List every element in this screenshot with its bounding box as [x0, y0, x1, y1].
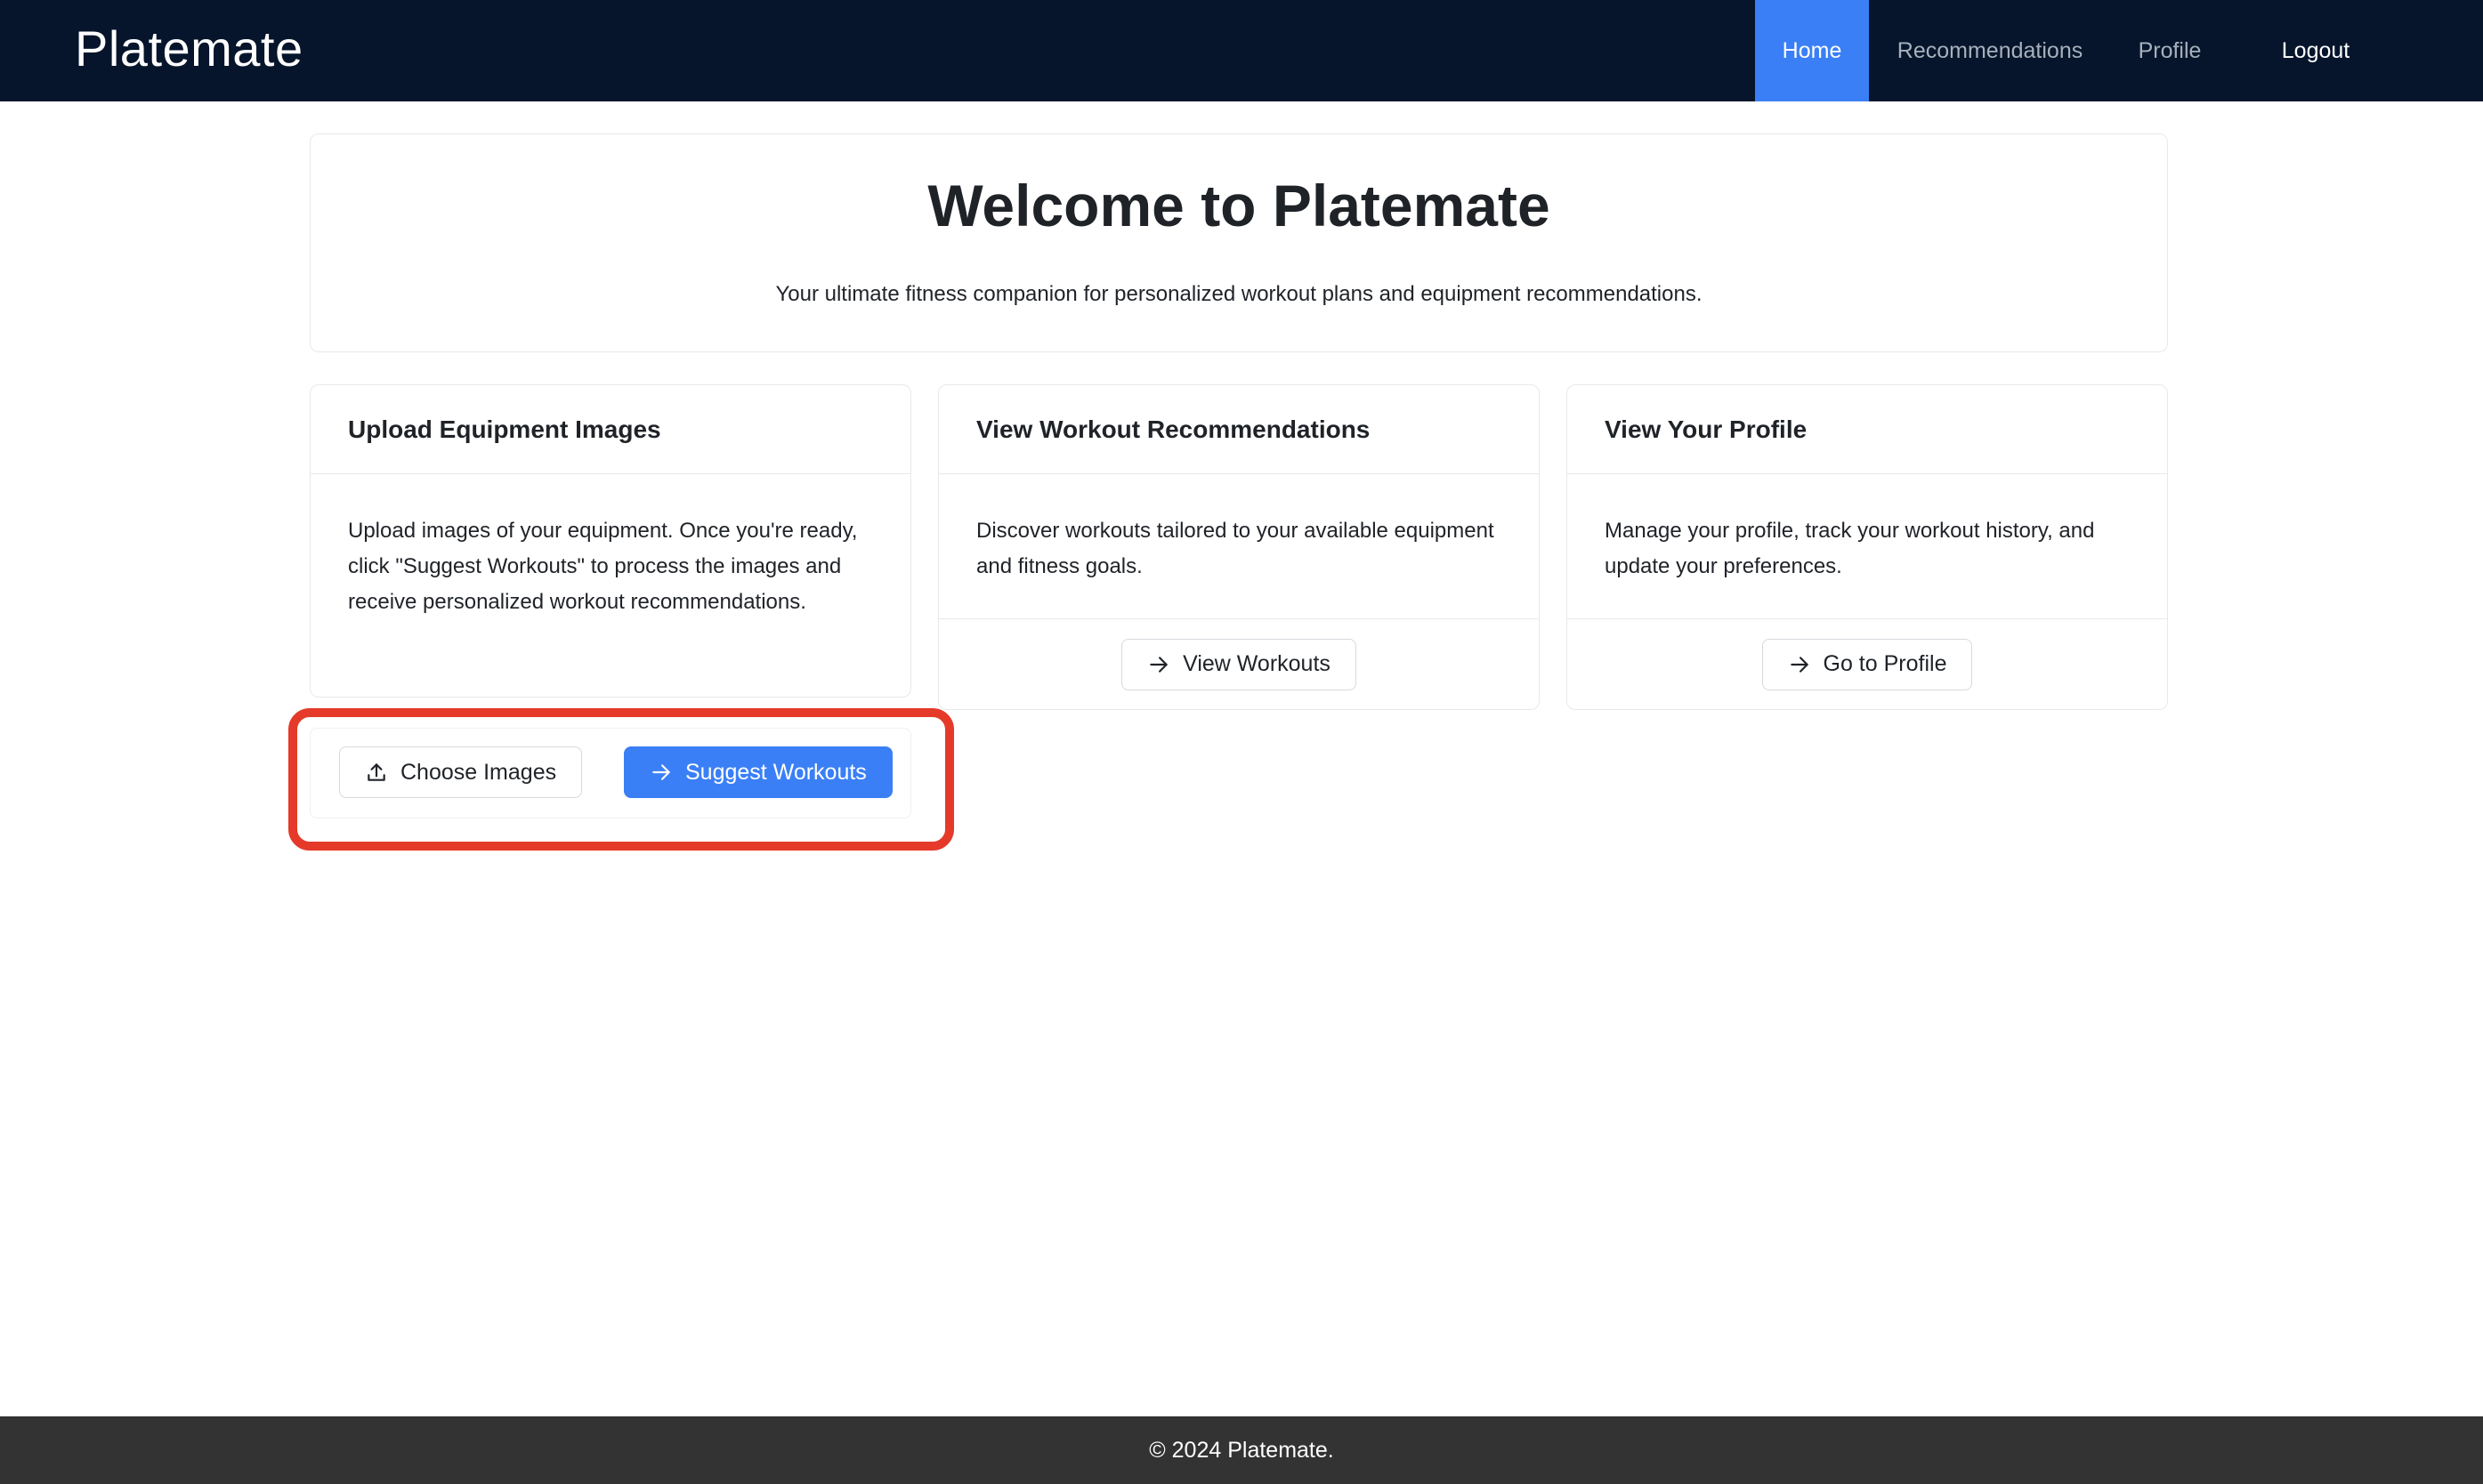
upload-equipment-card: Upload Equipment Images Upload images of…	[310, 384, 911, 698]
page-title: Welcome to Platemate	[927, 173, 1550, 238]
highlight-box	[288, 708, 954, 851]
arrow-right-icon	[1790, 656, 1808, 673]
card-description: Upload images of your equipment. Once yo…	[348, 519, 858, 614]
card-title: View Workout Recommendations	[939, 385, 1539, 474]
profile-card: View Your Profile Manage your profile, t…	[1566, 384, 2168, 710]
button-label: View Workouts	[1183, 651, 1330, 676]
brand-logo[interactable]: Platemate	[75, 20, 303, 77]
copyright-text: © 2024 Platemate.	[1149, 1437, 1334, 1463]
card-title: View Your Profile	[1567, 385, 2167, 474]
workout-recommendations-card: View Workout Recommendations Discover wo…	[938, 384, 1540, 710]
view-workouts-button[interactable]: View Workouts	[1121, 638, 1356, 690]
arrow-right-icon	[1150, 656, 1168, 673]
nav-item-profile[interactable]: Profile	[2116, 0, 2223, 101]
button-label: Go to Profile	[1823, 651, 1947, 676]
go-to-profile-button[interactable]: Go to Profile	[1761, 638, 1973, 690]
card-description: Manage your profile, track your workout …	[1605, 519, 2095, 578]
card-footer: View Workouts	[939, 618, 1539, 709]
nav-item-recommendations[interactable]: Recommendations	[1883, 0, 2097, 101]
card-description: Discover workouts tailored to your avail…	[976, 519, 1494, 578]
page-subtitle: Your ultimate fitness companion for pers…	[775, 282, 1703, 306]
card-title: Upload Equipment Images	[311, 385, 910, 474]
nav-item-home[interactable]: Home	[1755, 0, 1869, 101]
logout-button[interactable]: Logout	[2261, 0, 2371, 101]
card-footer: Go to Profile	[1567, 618, 2167, 709]
top-navbar: Platemate Home Recommendations Profile L…	[0, 0, 2483, 101]
page-footer: © 2024 Platemate.	[0, 1416, 2483, 1484]
welcome-hero: Welcome to Platemate Your ultimate fitne…	[310, 133, 2168, 352]
